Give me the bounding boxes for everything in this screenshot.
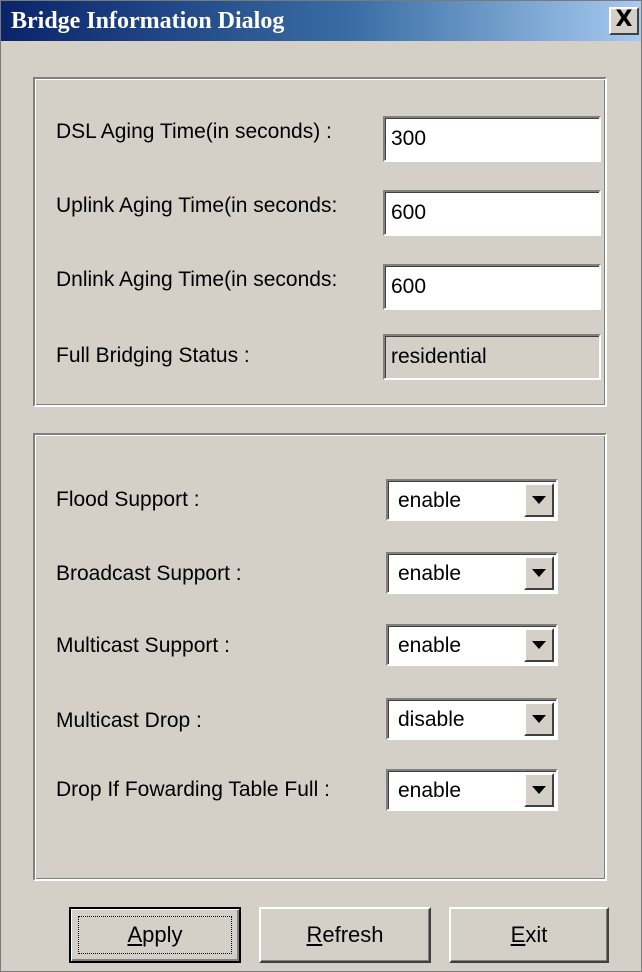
full-bridging-status-label: Full Bridging Status : — [56, 344, 250, 367]
multicast-drop-select[interactable]: disable — [386, 698, 558, 740]
window-title: Bridge Information Dialog — [11, 8, 285, 34]
chevron-down-icon — [532, 641, 546, 649]
dsl-aging-time-label: DSL Aging Time(in seconds) : — [56, 120, 332, 143]
flood-support-select[interactable]: enable — [386, 479, 558, 521]
multicast-drop-dropdown-button[interactable] — [524, 702, 554, 736]
multicast-support-select[interactable]: enable — [386, 624, 558, 666]
flood-support-dropdown-button[interactable] — [524, 483, 554, 517]
uplink-aging-time-label: Uplink Aging Time(in seconds: — [56, 194, 338, 217]
chevron-down-icon — [532, 715, 546, 723]
title-bar[interactable]: Bridge Information Dialog X — [1, 1, 641, 41]
chevron-down-icon — [532, 569, 546, 577]
chevron-down-icon — [532, 786, 546, 794]
apply-button[interactable]: Apply — [69, 907, 241, 963]
broadcast-support-select[interactable]: enable — [386, 552, 558, 594]
flood-support-label: Flood Support : — [56, 488, 200, 511]
dnlink-aging-time-field[interactable]: 600 — [383, 264, 601, 310]
apply-button-label: Apply — [127, 922, 183, 947]
drop-if-forwarding-table-full-label: Drop If Fowarding Table Full : — [56, 778, 330, 801]
refresh-button[interactable]: Refresh — [259, 907, 431, 963]
close-button[interactable]: X — [609, 7, 639, 35]
dsl-aging-time-field[interactable]: 300 — [383, 116, 601, 162]
dnlink-aging-time-label: Dnlink Aging Time(in seconds: — [56, 268, 338, 291]
refresh-button-label: Refresh — [306, 922, 384, 947]
flood-support-value: enable — [398, 489, 462, 512]
full-bridging-status-field: residential — [383, 334, 601, 380]
multicast-support-value: enable — [398, 634, 462, 657]
exit-button[interactable]: Exit — [449, 907, 609, 963]
uplink-aging-time-field[interactable]: 600 — [383, 190, 601, 236]
close-icon: X — [615, 7, 633, 32]
broadcast-support-label: Broadcast Support : — [56, 562, 242, 585]
bridge-information-dialog: Bridge Information Dialog X DSL Aging Ti… — [0, 0, 642, 972]
multicast-support-label: Multicast Support : — [56, 634, 230, 657]
chevron-down-icon — [532, 496, 546, 504]
exit-button-label: Exit — [510, 922, 548, 947]
broadcast-support-value: enable — [398, 562, 462, 585]
broadcast-support-dropdown-button[interactable] — [524, 556, 554, 590]
multicast-drop-value: disable — [398, 708, 465, 731]
multicast-support-dropdown-button[interactable] — [524, 628, 554, 662]
drop-if-forwarding-table-full-select[interactable]: enable — [386, 769, 558, 811]
drop-if-forwarding-table-full-value: enable — [398, 779, 462, 802]
multicast-drop-label: Multicast Drop : — [56, 709, 202, 732]
drop-if-forwarding-table-full-dropdown-button[interactable] — [524, 773, 554, 807]
